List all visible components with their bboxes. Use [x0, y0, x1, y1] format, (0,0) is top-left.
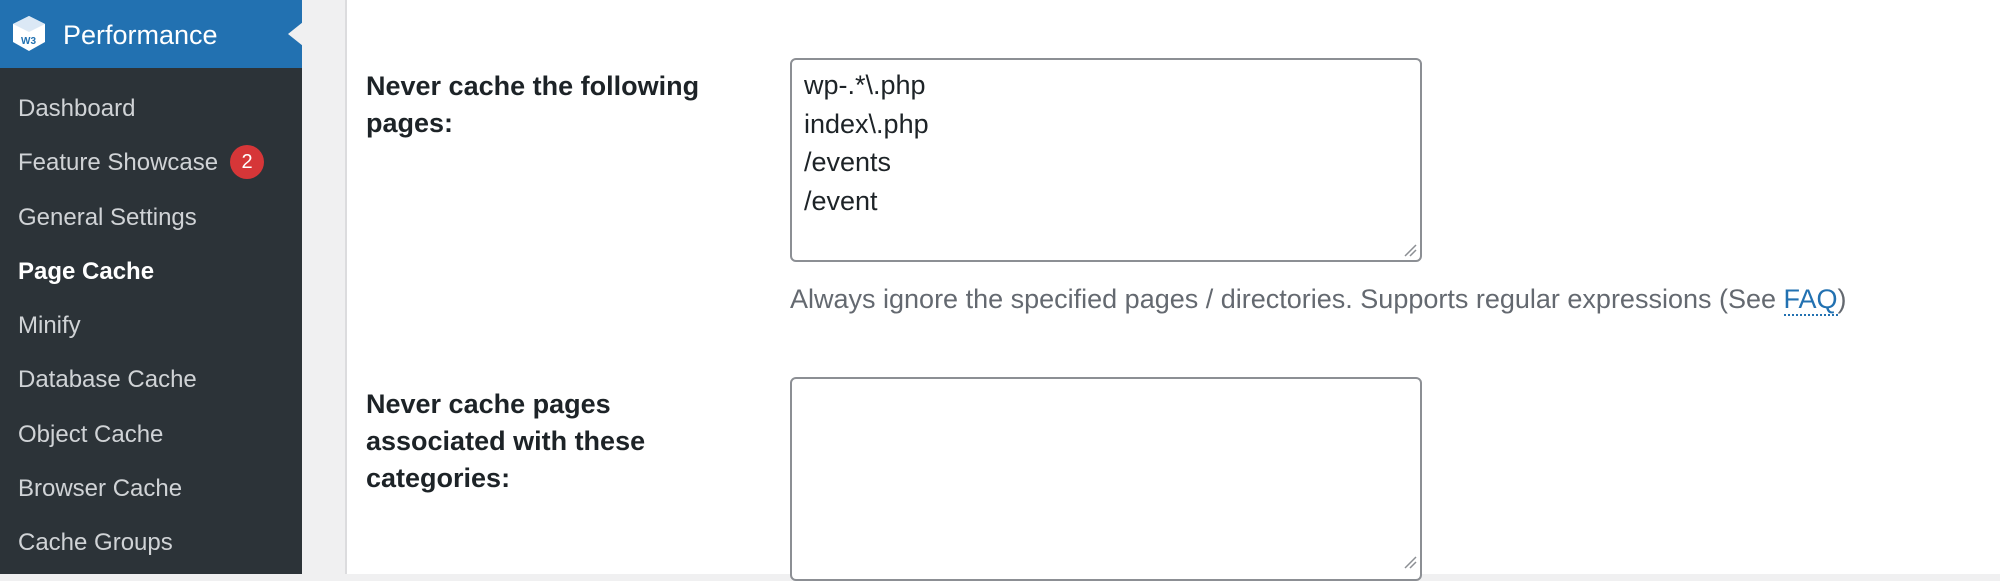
notification-badge: 2: [230, 145, 265, 180]
sidebar-item-page-cache[interactable]: Page Cache: [0, 245, 302, 299]
sidebar-menu: Dashboard Feature Showcase 2 General Sett…: [0, 82, 302, 571]
sidebar-item-general-settings[interactable]: General Settings: [0, 191, 302, 245]
reject-uri-label-line: pages:: [366, 108, 454, 138]
reject-uri-label: Never cache the following pages:: [366, 68, 699, 142]
description-text-end: ): [1837, 284, 1847, 314]
textarea-line: /event: [804, 185, 878, 216]
sidebar-item-label: Cache Groups: [18, 529, 173, 557]
sidebar-header-performance[interactable]: W3 Performance: [0, 0, 303, 68]
reject-categories-label-line: Never cache pages: [366, 389, 611, 419]
admin-sidebar: W3 Performance Dashboard Feature Showcas…: [0, 0, 303, 574]
reject-categories-label-line: categories:: [366, 463, 511, 493]
sidebar-item-database-cache[interactable]: Database Cache: [0, 353, 302, 407]
sidebar-item-label: Feature Showcase: [18, 149, 219, 177]
sidebar-item-cache-groups[interactable]: Cache Groups: [0, 516, 302, 570]
sidebar-item-label: Page Cache: [18, 257, 155, 285]
sidebar-item-label: Database Cache: [18, 366, 197, 394]
sidebar-item-dashboard[interactable]: Dashboard: [0, 82, 302, 136]
sidebar-item-label: Minify: [18, 312, 81, 340]
current-menu-arrow: [288, 22, 303, 46]
sidebar-item-label: Browser Cache: [18, 475, 183, 503]
reject-categories-label-line: associated with these: [366, 426, 646, 456]
resize-handle-icon[interactable]: [1403, 243, 1417, 257]
reject-uri-description: Always ignore the specified pages / dire…: [790, 280, 1847, 318]
sidebar-item-browser-cache[interactable]: Browser Cache: [0, 462, 302, 516]
w3-logo-icon: W3: [13, 16, 45, 51]
sidebar-item-label: General Settings: [18, 203, 197, 231]
sidebar-header-title: Performance: [63, 20, 218, 50]
faq-link[interactable]: FAQ: [1783, 284, 1838, 316]
reject-categories-textarea[interactable]: [790, 377, 1422, 581]
sidebar-item-object-cache[interactable]: Object Cache: [0, 408, 302, 462]
sidebar-item-feature-showcase[interactable]: Feature Showcase 2: [0, 136, 302, 190]
reject-uri-textarea[interactable]: wp-.*\.php index\.php /events /event: [790, 58, 1422, 262]
textarea-line: /events: [804, 147, 892, 177]
resize-handle-icon[interactable]: [1403, 555, 1417, 569]
textarea-line: wp-.*\.php: [804, 70, 926, 100]
reject-uri-label-line: Never cache the following: [366, 71, 700, 101]
reject-categories-label: Never cache pages associated with these …: [366, 386, 645, 497]
sidebar-item-label: Object Cache: [18, 420, 164, 448]
description-text: Always ignore the specified pages / dire…: [790, 284, 1784, 314]
svg-text:W3: W3: [21, 36, 36, 47]
textarea-line: index\.php: [804, 108, 929, 139]
sidebar-item-minify[interactable]: Minify: [0, 299, 302, 353]
sidebar-item-label: Dashboard: [18, 95, 136, 122]
